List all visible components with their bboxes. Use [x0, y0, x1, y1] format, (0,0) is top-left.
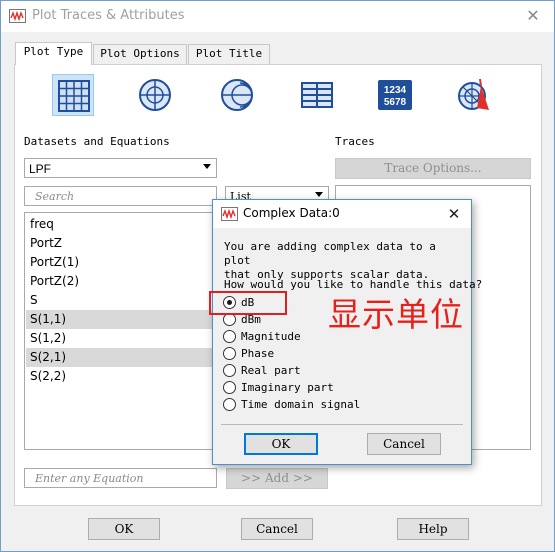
radio-label: Phase: [241, 347, 275, 360]
radio-button[interactable]: [223, 381, 236, 394]
plot-type-rectangular[interactable]: [52, 74, 94, 116]
app-logo-icon: [221, 207, 238, 221]
dataset-list-item[interactable]: S(1,1): [26, 310, 214, 329]
polar-plot-icon: [139, 79, 171, 111]
annotation-highlight-box: [209, 291, 287, 315]
add-equation-button[interactable]: >> Add >>: [226, 468, 328, 489]
radio-button[interactable]: [223, 364, 236, 377]
plot-type-smith[interactable]: [216, 74, 258, 116]
ok-button[interactable]: OK: [88, 518, 160, 540]
datasets-label: Datasets and Equations: [24, 135, 170, 148]
antenna-plot-icon: [458, 78, 489, 110]
radio-label: Magnitude: [241, 330, 301, 343]
list-table-icon: [301, 82, 333, 108]
tab-label: Plot Options: [100, 47, 180, 60]
tab-plot-options[interactable]: Plot Options: [93, 44, 187, 64]
tab-plot-title[interactable]: Plot Title: [188, 44, 270, 64]
radio-button[interactable]: [223, 347, 236, 360]
dialog-cancel-button[interactable]: Cancel: [367, 433, 441, 455]
help-button[interactable]: Help: [397, 518, 469, 540]
window-title: Plot Traces & Attributes: [32, 8, 185, 23]
numeric-line-1: 1234: [384, 85, 407, 96]
radio-button[interactable]: [223, 398, 236, 411]
radio-button[interactable]: [223, 330, 236, 343]
search-placeholder: Search: [35, 190, 75, 203]
dataset-list-item[interactable]: S(2,2): [26, 367, 214, 386]
numeric-line-2: 5678: [384, 97, 407, 108]
radio-label: Time domain signal: [241, 398, 361, 411]
dataset-list-item[interactable]: S(2,1): [26, 348, 214, 367]
dialog-divider: [221, 424, 463, 425]
app-logo-icon: [9, 9, 26, 23]
dialog-title-bar: Complex Data:0 ✕: [213, 200, 471, 228]
trace-options-button[interactable]: Trace Options...: [335, 158, 531, 179]
smith-chart-icon: [221, 79, 253, 111]
numeric-display-icon: 1234 5678: [378, 80, 412, 110]
dataset-list-item[interactable]: S(1,2): [26, 329, 214, 348]
plot-type-numeric[interactable]: 1234 5678: [374, 74, 416, 116]
plot-type-antenna[interactable]: [453, 74, 495, 116]
window-close-button[interactable]: ✕: [518, 4, 548, 28]
equation-placeholder: Enter any Equation: [35, 472, 144, 485]
tab-plot-type[interactable]: Plot Type: [15, 42, 92, 65]
dataset-select-value: LPF: [29, 162, 52, 176]
radio-label: Imaginary part: [241, 381, 334, 394]
dataset-select[interactable]: LPF: [24, 158, 217, 178]
dataset-list-item[interactable]: S: [26, 291, 214, 310]
rectangular-grid-icon: [58, 80, 90, 112]
radio-label: Real part: [241, 364, 301, 377]
tab-label: Plot Title: [195, 47, 263, 60]
traces-label: Traces: [335, 135, 375, 148]
dataset-list-item[interactable]: PortZ(1): [26, 253, 214, 272]
dataset-list-item[interactable]: freq: [26, 215, 214, 234]
dataset-search-input[interactable]: Search: [24, 186, 217, 206]
dialog-message: You are adding complex data to a plot th…: [224, 240, 436, 281]
chevron-down-icon: [203, 164, 211, 169]
dataset-list[interactable]: freq PortZ PortZ(1) PortZ(2) S S(1,1) S(1,2) S(…: [24, 212, 216, 450]
dialog-title: Complex Data:0: [243, 206, 340, 220]
dataset-list-item[interactable]: PortZ: [26, 234, 214, 253]
dialog-ok-button[interactable]: OK: [244, 433, 318, 455]
title-bar: Plot Traces & Attributes ✕: [1, 1, 554, 32]
dataset-list-item[interactable]: PortZ(2): [26, 272, 214, 291]
plot-type-polar[interactable]: [134, 74, 176, 116]
tab-label: Plot Type: [23, 45, 84, 58]
equation-input[interactable]: Enter any Equation: [24, 468, 217, 488]
dialog-close-button[interactable]: ✕: [441, 202, 467, 226]
cancel-button[interactable]: Cancel: [241, 518, 313, 540]
plot-type-list[interactable]: [296, 74, 338, 116]
annotation-text: 显示单位: [328, 295, 464, 334]
chevron-down-icon: [315, 192, 323, 197]
